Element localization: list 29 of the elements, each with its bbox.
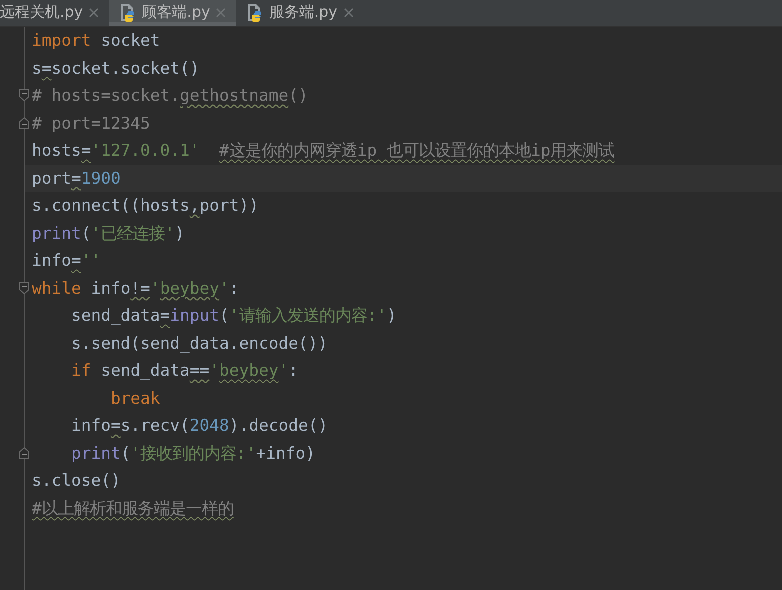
code-line: s.close()	[32, 471, 121, 490]
code-line: print('接收到的内容:'+info)	[70, 444, 316, 462]
close-icon[interactable]	[89, 8, 100, 18]
code-line: s.connect((hosts,port))	[32, 196, 259, 215]
code-line: s=socket.socket()	[32, 58, 200, 78]
fold-marker-icon[interactable]	[19, 89, 30, 102]
code-line: info=s.recv(2048).decode()	[70, 416, 328, 435]
code-line: import socket	[32, 31, 160, 50]
code-line: #以上解析和服务端是一样的	[32, 498, 234, 518]
code-line: while info!='beybey':	[32, 278, 240, 298]
code-line: print('已经连接')	[32, 224, 185, 242]
file-tab[interactable]: 服务端.py	[236, 0, 364, 26]
code-line: hosts='127.0.0.1' #这是你的内网穿透ip 也可以设置你的本地ip用来测试	[32, 141, 615, 160]
code-line: # hosts=socket.gethostname()	[32, 86, 308, 105]
code-line: if send_data=='beybey':	[70, 361, 298, 380]
file-tab[interactable]: 远程关机.py	[0, 0, 110, 26]
code-line: send_data=input('请输入发送的内容:')	[70, 306, 397, 325]
fold-marker-icon[interactable]	[19, 282, 30, 294]
close-icon[interactable]	[344, 8, 354, 18]
code-line: # port=12345	[32, 114, 150, 132]
code-line: port=1900	[32, 168, 121, 188]
python-file-icon	[119, 3, 136, 22]
fold-marker-icon[interactable]	[19, 116, 30, 130]
file-tab[interactable]: 顾客端.py	[109, 0, 236, 26]
code-line: s.send(send_data.encode())	[70, 334, 328, 352]
code-line: break	[110, 388, 160, 408]
python-file-icon	[246, 3, 264, 22]
code-line: info=''	[32, 251, 102, 270]
fold-marker-icon[interactable]	[19, 446, 30, 460]
